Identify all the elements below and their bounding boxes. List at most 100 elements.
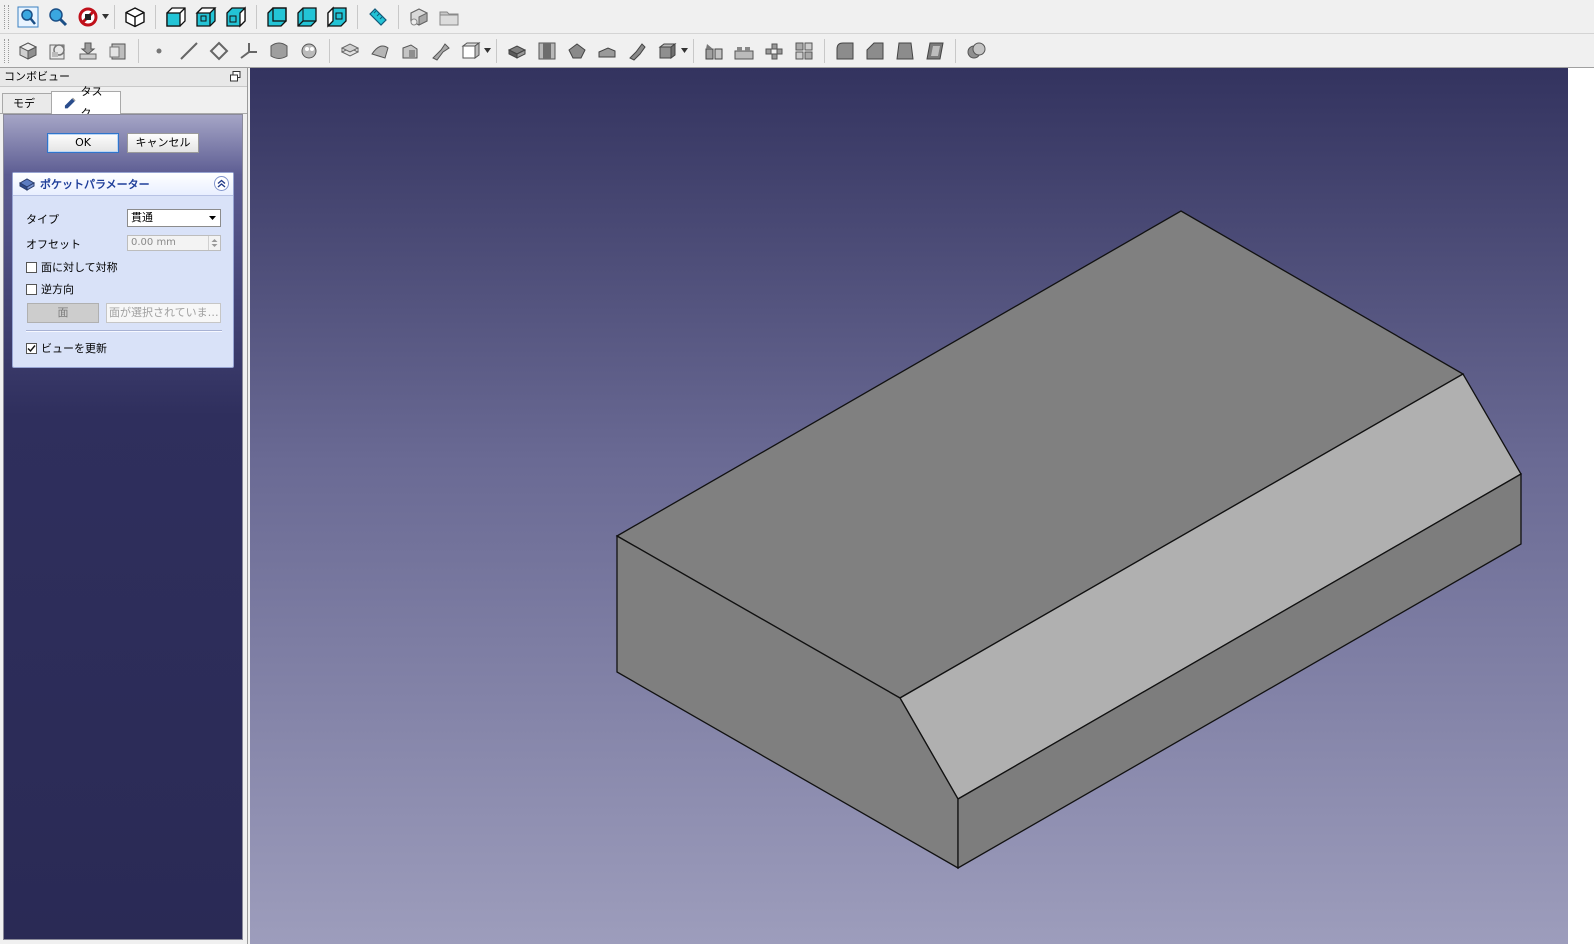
offset-label: オフセット (26, 238, 81, 251)
chevron-up-icon (217, 179, 226, 188)
toolbar-separator (955, 38, 956, 63)
mirrored-icon[interactable] (701, 38, 727, 64)
fit-selection-icon[interactable] (45, 4, 71, 30)
linear-pattern-icon[interactable] (731, 38, 757, 64)
subshape-binder-icon[interactable] (296, 38, 322, 64)
fillet-icon[interactable] (832, 38, 858, 64)
pocket-icon[interactable] (504, 38, 530, 64)
toolbar-separator (693, 38, 694, 63)
toolbar-grip[interactable] (4, 38, 9, 63)
left-view-icon[interactable] (324, 4, 350, 30)
toolbar-grip[interactable] (4, 4, 9, 29)
3d-view[interactable] (250, 68, 1594, 944)
type-select[interactable]: 貫通 (127, 209, 221, 227)
cancel-button[interactable]: キャンセル (127, 133, 199, 153)
additive-primitive-dropdown-icon[interactable] (483, 38, 491, 64)
shape-binder-icon[interactable] (266, 38, 292, 64)
view-toolbar (0, 0, 1594, 34)
type-label: タイプ (26, 213, 59, 226)
draw-style-icon[interactable] (75, 4, 101, 30)
datum-plane-icon[interactable] (206, 38, 232, 64)
update-view-label: ビューを更新 (41, 342, 107, 355)
face-field[interactable]: 面が選択されていま… (106, 303, 221, 323)
clone-icon[interactable] (105, 38, 131, 64)
toolbar-separator (329, 38, 330, 63)
checkmark-icon (27, 344, 36, 352)
symmetric-checkbox[interactable] (26, 261, 37, 273)
toolbar-separator (398, 4, 399, 29)
float-panel-icon[interactable] (230, 71, 241, 82)
reversed-checkbox-row[interactable]: 逆方向 (26, 281, 74, 297)
window-edge (1568, 68, 1594, 944)
rear-view-icon[interactable] (264, 4, 290, 30)
update-view-checkbox[interactable] (26, 342, 37, 354)
bottom-view-icon[interactable] (294, 4, 320, 30)
symmetric-label: 面に対して対称 (41, 261, 118, 274)
create-sketch-icon[interactable] (45, 38, 71, 64)
hole-icon[interactable] (534, 38, 560, 64)
right-view-icon[interactable] (223, 4, 249, 30)
reversed-checkbox[interactable] (26, 283, 37, 295)
measure-distance-icon[interactable] (365, 4, 391, 30)
create-body-icon[interactable] (406, 4, 432, 30)
offset-value: 0.00 mm (131, 237, 176, 248)
toolbar-separator (155, 4, 156, 29)
divider (26, 330, 222, 332)
chevron-down-icon (209, 216, 216, 220)
draft-icon[interactable] (892, 38, 918, 64)
toolbar-separator (114, 4, 115, 29)
subtractive-primitive-dropdown-icon[interactable] (680, 38, 688, 64)
update-view-checkbox-row[interactable]: ビューを更新 (26, 340, 107, 356)
toolbar-separator (824, 38, 825, 63)
pad-icon[interactable] (337, 38, 363, 64)
isometric-view-icon[interactable] (122, 4, 148, 30)
subtractive-primitive-icon[interactable] (654, 38, 680, 64)
collapse-button[interactable] (214, 176, 229, 191)
reversed-label: 逆方向 (41, 283, 74, 296)
type-select-value: 貫通 (131, 211, 153, 224)
thickness-icon[interactable] (922, 38, 948, 64)
additive-primitive-icon[interactable] (457, 38, 483, 64)
chamfer-icon[interactable] (862, 38, 888, 64)
validate-sketch-icon[interactable] (75, 38, 101, 64)
pencil-icon (64, 97, 76, 109)
boolean-icon[interactable] (963, 38, 989, 64)
local-coordinate-icon[interactable] (236, 38, 262, 64)
subtractive-loft-icon[interactable] (594, 38, 620, 64)
ok-button[interactable]: OK (47, 133, 119, 153)
pocket-parameters-header[interactable]: ポケットパラメーター (13, 173, 233, 196)
toolbar-separator (496, 38, 497, 63)
draw-style-dropdown-icon[interactable] (101, 4, 109, 30)
additive-pipe-icon[interactable] (427, 38, 453, 64)
face-button[interactable]: 面 (27, 303, 99, 323)
front-view-icon[interactable] (163, 4, 189, 30)
tab-task[interactable]: タスク (51, 85, 121, 120)
pocket-parameters-box: ポケットパラメーター タイプ 貫通 オフセット 0.00 mm 面に対して対称 (12, 172, 234, 368)
create-part-icon[interactable] (436, 4, 462, 30)
combo-view-title: コンボビュー (0, 68, 247, 87)
revolution-icon[interactable] (367, 38, 393, 64)
toolbar-separator (357, 4, 358, 29)
pocket-icon (19, 178, 35, 191)
chamfered-block[interactable] (615, 210, 1522, 870)
spin-arrows-icon[interactable] (208, 236, 220, 250)
additive-loft-icon[interactable] (397, 38, 423, 64)
tab-model[interactable]: モデル (2, 93, 52, 130)
top-view-icon[interactable] (193, 4, 219, 30)
subtractive-pipe-icon[interactable] (624, 38, 650, 64)
offset-input[interactable]: 0.00 mm (127, 235, 221, 251)
toolbar-separator (256, 4, 257, 29)
symmetric-checkbox-row[interactable]: 面に対して対称 (26, 259, 118, 275)
pocket-parameters-title: ポケットパラメーター (40, 178, 150, 191)
task-panel: OK キャンセル ポケットパラメーター タイプ 貫通 オフセット 0.00 mm (3, 114, 243, 940)
combo-view: コンボビュー モデル タスク OK キャンセル ポケットパラメーター タイプ 貫… (0, 68, 248, 944)
fit-all-icon[interactable] (15, 4, 41, 30)
multitransform-icon[interactable] (791, 38, 817, 64)
part-design-toolbar (0, 34, 1594, 68)
polar-pattern-icon[interactable] (761, 38, 787, 64)
body-icon[interactable] (15, 38, 41, 64)
datum-line-icon[interactable] (176, 38, 202, 64)
model-svg (615, 210, 1522, 870)
groove-icon[interactable] (564, 38, 590, 64)
datum-point-icon[interactable] (146, 38, 172, 64)
